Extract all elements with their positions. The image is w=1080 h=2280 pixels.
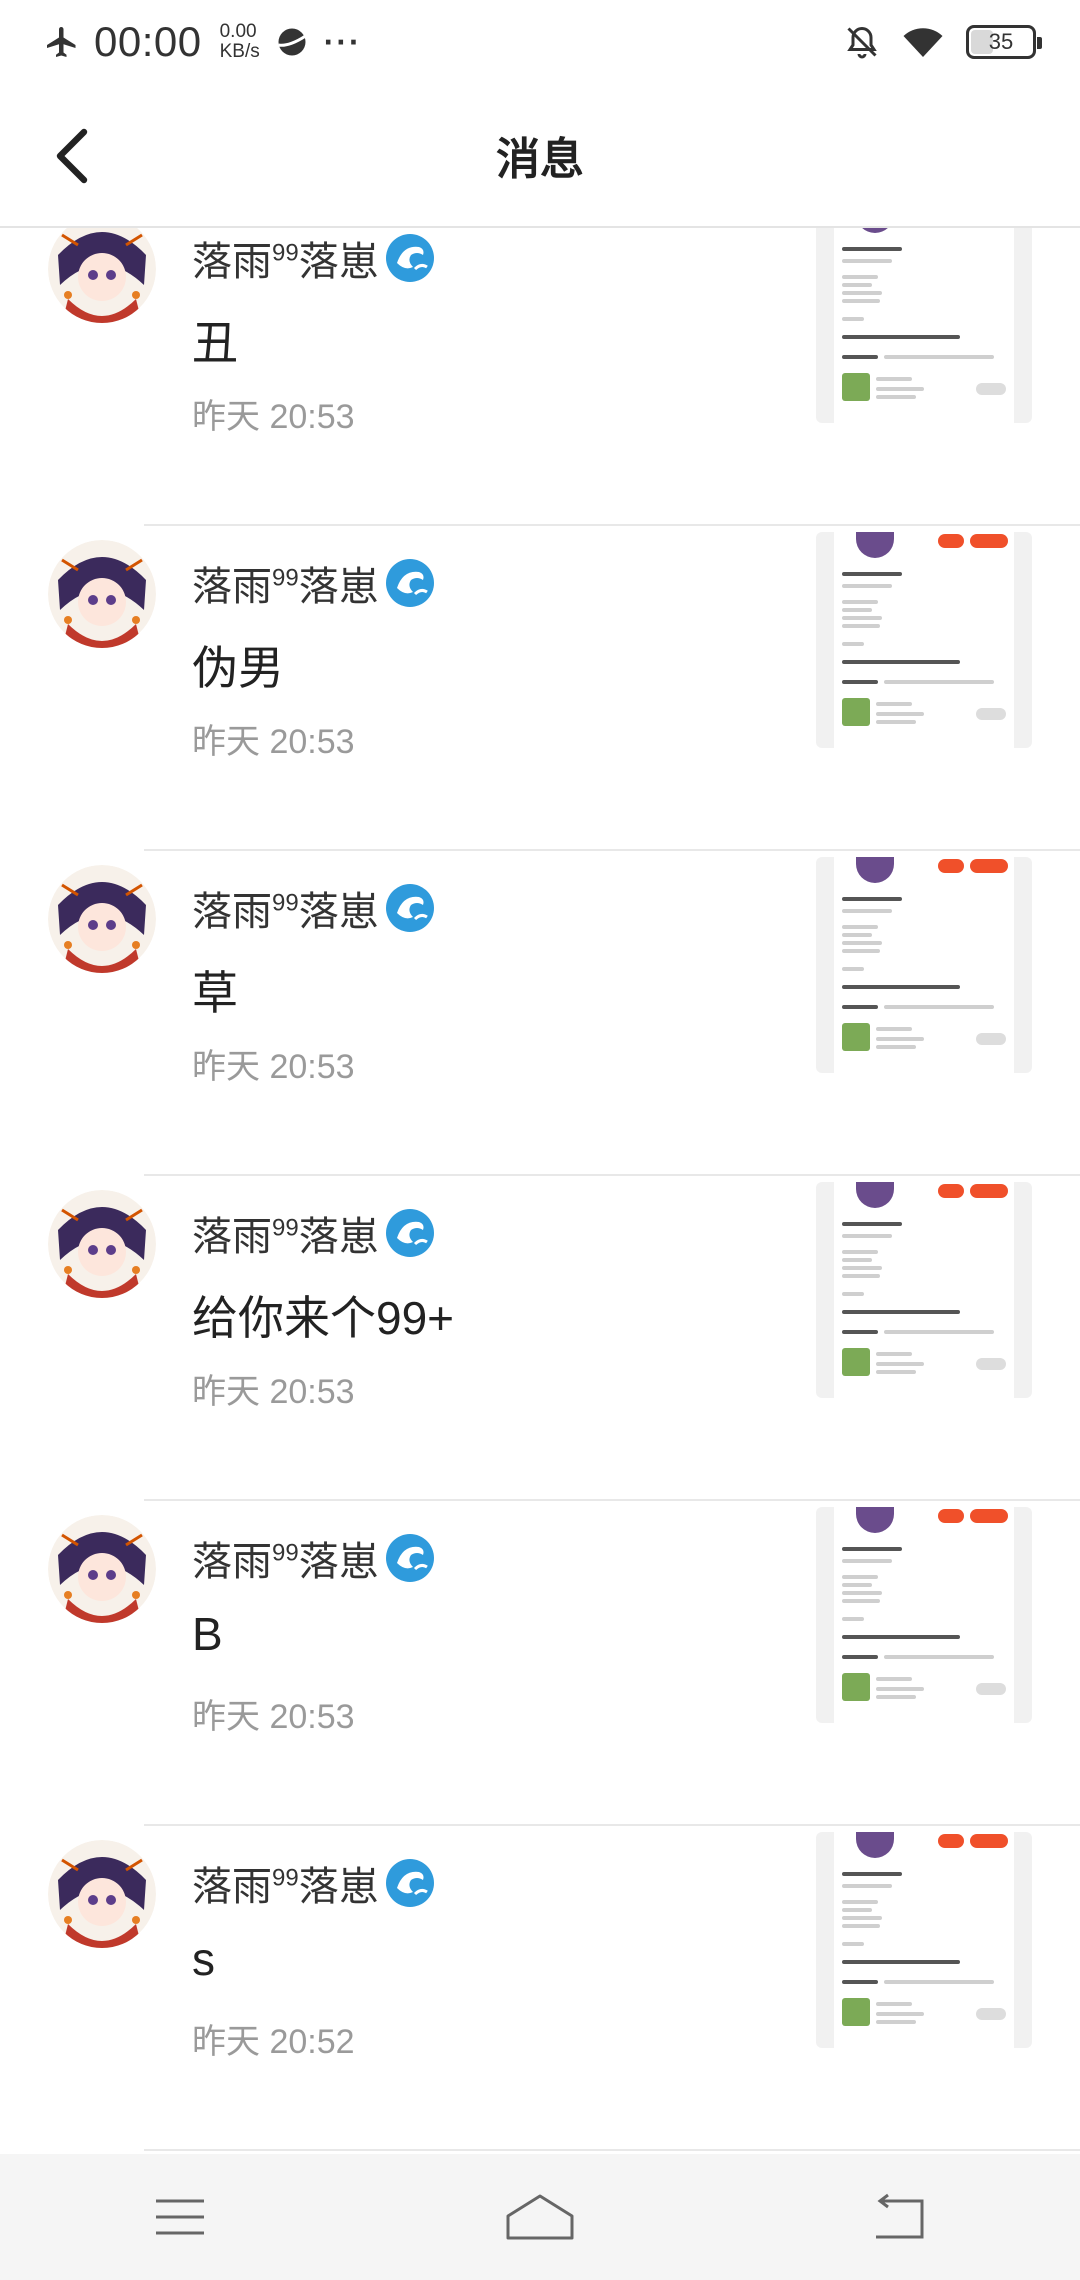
- avatar-image: [48, 1515, 156, 1623]
- message-item[interactable]: 落雨99落崽 s 昨天 20:52: [0, 1826, 1080, 2151]
- message-text: 给你来个99+: [192, 1292, 455, 1344]
- system-nav-bar: [0, 2154, 1080, 2280]
- row-divider: [144, 2149, 1080, 2151]
- avatar[interactable]: [48, 865, 156, 973]
- wifi-icon: [903, 28, 943, 57]
- airplane-icon: [47, 27, 76, 57]
- message-item[interactable]: 落雨99落崽 伪男 昨天 20:53: [0, 526, 1080, 851]
- chevron-left-icon: [56, 128, 88, 184]
- avatar[interactable]: [48, 1190, 156, 1298]
- avatar-image: [48, 540, 156, 648]
- message-time: 昨天 20:53: [192, 723, 355, 761]
- message-time: 昨天 20:53: [192, 1698, 355, 1736]
- sender-name: 落雨99落崽: [192, 1214, 379, 1259]
- clock: 00:00: [94, 18, 202, 65]
- post-thumbnail[interactable]: [816, 1507, 1032, 1723]
- system-back-button[interactable]: [840, 2167, 960, 2267]
- sender-name: 落雨99落崽: [192, 889, 379, 934]
- sender-name: 落雨99落崽: [192, 564, 379, 609]
- avatar-image: [48, 228, 156, 323]
- avatar-image: [48, 1190, 156, 1298]
- message-text: 丑: [192, 317, 238, 369]
- avatar[interactable]: [48, 228, 156, 323]
- planet-icon: [277, 28, 307, 56]
- menu-button[interactable]: [120, 2167, 240, 2267]
- message-text: B: [192, 1608, 223, 1660]
- network-speed-value: 0.00: [219, 21, 257, 42]
- message-time: 昨天 20:52: [192, 2023, 355, 2061]
- avatar[interactable]: [48, 1515, 156, 1623]
- dolphin-icon: [385, 559, 434, 607]
- sender-name-row: 落雨99落崽: [192, 879, 435, 937]
- message-list[interactable]: 落雨99落崽 丑 昨天 20:53 落雨99落崽 伪男 昨天 20:53 落雨9…: [0, 228, 1080, 2154]
- message-text: 草: [192, 967, 238, 1019]
- menu-icon: [156, 2199, 204, 2235]
- thumbnail-card: [834, 1182, 1014, 1398]
- message-time: 昨天 20:53: [192, 1048, 355, 1086]
- post-thumbnail[interactable]: [816, 857, 1032, 1073]
- avatar[interactable]: [48, 540, 156, 648]
- status-bar: 00:00 0.00 KB/s ··· 35: [0, 0, 1080, 84]
- message-item[interactable]: 落雨99落崽 B 昨天 20:53: [0, 1501, 1080, 1826]
- thumbnail-card: [834, 857, 1014, 1073]
- post-thumbnail[interactable]: [816, 1832, 1032, 2048]
- status-left: 00:00 0.00 KB/s ···: [44, 18, 362, 66]
- sender-name: 落雨99落崽: [192, 1864, 379, 1909]
- avatar-image: [48, 865, 156, 973]
- thumbnail-card: [834, 532, 1014, 748]
- home-button[interactable]: [480, 2167, 600, 2267]
- battery-icon: 35: [966, 25, 1042, 59]
- back-icon: [876, 2193, 924, 2239]
- message-item[interactable]: 落雨99落崽 给你来个99+ 昨天 20:53: [0, 1176, 1080, 1501]
- dolphin-icon: [385, 1534, 434, 1582]
- more-indicator: ···: [323, 23, 362, 60]
- thumbnail-card: [834, 1507, 1014, 1723]
- network-speed-unit: KB/s: [219, 41, 260, 62]
- message-text: s: [192, 1933, 215, 1985]
- message-item[interactable]: 落雨99落崽 草 昨天 20:53: [0, 851, 1080, 1176]
- dolphin-icon: [385, 1859, 434, 1907]
- avatar-image: [48, 1840, 156, 1948]
- status-right: 35: [844, 24, 1042, 60]
- message-time: 昨天 20:53: [192, 398, 355, 436]
- top-app-bar: 消息: [0, 84, 1080, 228]
- thumbnail-card: [834, 228, 1014, 423]
- message-time: 昨天 20:53: [192, 1373, 355, 1411]
- post-thumbnail[interactable]: [816, 532, 1032, 748]
- sender-name-row: 落雨99落崽: [192, 554, 435, 612]
- home-icon: [506, 2194, 574, 2240]
- sender-name: 落雨99落崽: [192, 1539, 379, 1584]
- avatar[interactable]: [48, 1840, 156, 1948]
- post-thumbnail[interactable]: [816, 228, 1032, 423]
- sender-name-row: 落雨99落崽: [192, 229, 435, 287]
- sender-name-row: 落雨99落崽: [192, 1529, 435, 1587]
- page-title: 消息: [496, 135, 584, 184]
- back-button[interactable]: [40, 124, 104, 188]
- sender-name-row: 落雨99落崽: [192, 1204, 435, 1262]
- message-text: 伪男: [192, 642, 284, 694]
- message-item[interactable]: 落雨99落崽 丑 昨天 20:53: [0, 228, 1080, 526]
- dolphin-icon: [385, 234, 434, 282]
- post-thumbnail[interactable]: [816, 1182, 1032, 1398]
- dolphin-icon: [385, 1209, 434, 1257]
- bell-off-icon: [847, 26, 877, 59]
- dolphin-icon: [385, 884, 434, 932]
- network-speed: 0.00 KB/s: [220, 22, 260, 62]
- battery-level: 35: [988, 29, 1014, 54]
- sender-name: 落雨99落崽: [192, 239, 379, 284]
- thumbnail-card: [834, 1832, 1014, 2048]
- sender-name-row: 落雨99落崽: [192, 1854, 435, 1912]
